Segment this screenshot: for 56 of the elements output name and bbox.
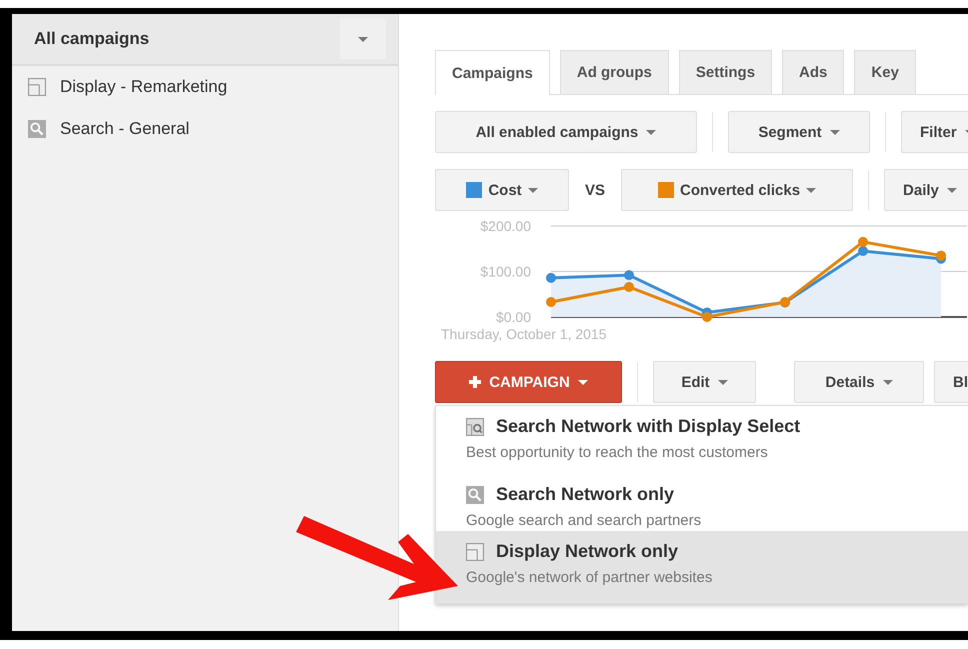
dropdown-button[interactable]: All enabled campaigns: [435, 111, 697, 153]
point: [546, 296, 556, 307]
point: [702, 312, 712, 322]
campaign-selector[interactable]: All campaigns: [12, 14, 398, 66]
layout-icon: [466, 542, 484, 560]
dropdown-button[interactable]: Segment: [728, 111, 870, 153]
caret-icon: [718, 380, 728, 384]
metric-dropdown[interactable]: Cost: [435, 169, 569, 211]
caret-icon: [882, 380, 893, 384]
y-tick-label: $200.00: [480, 218, 531, 234]
toolbar-button[interactable]: Bl: [934, 361, 968, 403]
menu-item[interactable]: Display Network only Google's network of partner websites: [436, 531, 968, 603]
point: [858, 246, 868, 256]
metric-dropdown[interactable]: Converted clicks: [621, 169, 854, 211]
caret-icon: [646, 130, 656, 134]
campaign-link[interactable]: Display - Remarketing: [60, 77, 228, 97]
tab[interactable]: Key: [854, 50, 916, 94]
point: [624, 282, 634, 292]
menu-item[interactable]: Search Network only Google search and search partners: [436, 476, 968, 531]
search-icon: [466, 486, 484, 504]
search-icon: [28, 120, 46, 138]
menu-item-description: Google's network of partner websites: [466, 569, 714, 586]
search-display-icon: [466, 418, 484, 436]
vs-label: VS: [585, 182, 606, 198]
date-label: Thursday, October 1, 2015: [441, 326, 606, 342]
caret-icon: [358, 36, 368, 42]
tab[interactable]: Campaigns: [435, 50, 550, 95]
caret-icon: [830, 130, 840, 134]
dropdown-button[interactable]: Edit: [653, 361, 756, 403]
point: [936, 250, 946, 261]
dropdown-button[interactable]: [340, 19, 386, 59]
caret-icon: [528, 188, 538, 192]
tab[interactable]: Ads: [782, 50, 844, 94]
tab[interactable]: Ad groups: [560, 50, 669, 94]
dropdown-button[interactable]: Details: [794, 361, 924, 403]
campaign-link[interactable]: Search - General: [60, 119, 190, 139]
caret-icon: [806, 188, 816, 192]
point: [546, 272, 556, 283]
caret-icon: [578, 380, 588, 384]
point: [624, 270, 634, 280]
add-campaign-button[interactable]: CAMPAIGN: [435, 361, 622, 403]
y-tick-label: $0.00: [496, 309, 531, 325]
menu-item-title: Display Network only: [496, 541, 678, 562]
layout-icon: [28, 78, 46, 96]
menu-item-title: Search Network with Display Select: [496, 416, 800, 437]
tab[interactable]: Settings: [678, 50, 772, 94]
menu-item-description: Google search and search partners: [466, 512, 702, 529]
point: [858, 236, 868, 247]
y-tick-label: $100.00: [480, 264, 531, 280]
menu-item-title: Search Network only: [496, 484, 674, 505]
period-dropdown[interactable]: Daily: [884, 169, 968, 211]
menu-item[interactable]: Search Network with Display Select Best opportunity to reach the most customers: [436, 406, 968, 476]
caret-icon: [946, 188, 957, 192]
menu-item-description: Best opportunity to reach the most customers: [466, 444, 769, 461]
dropdown-button[interactable]: Filter: [901, 111, 968, 153]
selector-label: All campaigns: [34, 29, 150, 49]
